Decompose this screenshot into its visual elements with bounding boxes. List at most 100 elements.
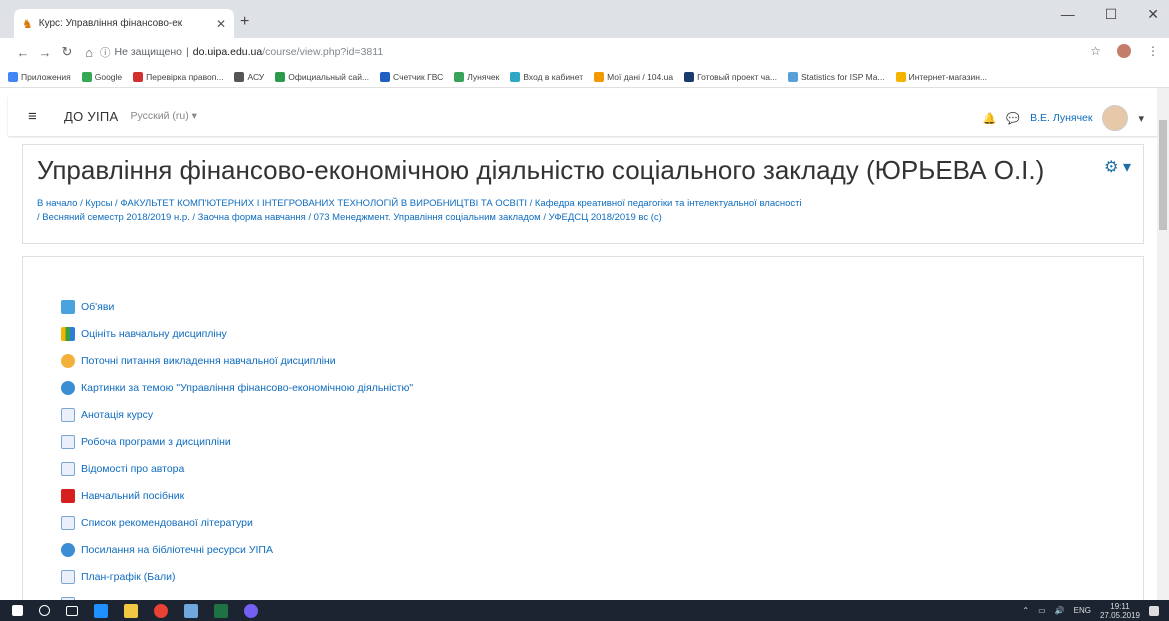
notifications-bell-icon[interactable]: 🔔 [983,112,997,125]
bookmark-star-icon[interactable]: ☆ [1090,44,1101,58]
bookmark-item[interactable]: Statistics for ISP Ма... [788,71,885,82]
forum-icon [61,300,75,314]
bookmark-item[interactable]: Вход в кабинет [510,71,583,82]
close-tab-icon[interactable]: ✕ [216,17,226,31]
activity-label: Посилання на бібліотечні ресурси УІПА [81,544,273,556]
language-indicator[interactable]: ENG [1074,606,1091,615]
activity-link[interactable]: Посилання на бібліотечні ресурси УІПА [61,543,273,557]
chrome-icon[interactable] [154,603,168,618]
activity-label: Поточні питання викладення навчальної ди… [81,355,336,367]
activity-label: Навчальний посібник [81,490,185,502]
bookmark-item[interactable]: Счетчик ГВС [380,71,443,82]
activity-link[interactable]: Оцініть навчальну дисципліну [61,327,227,341]
scrollbar-thumb[interactable] [1159,120,1167,230]
document-icon [61,516,75,530]
clock[interactable]: 19:11 27.05.2019 [1100,602,1140,620]
site-name[interactable]: ДО УІПА [64,109,119,124]
activity-label: Об'яви [81,301,115,313]
bookmark-favicon-icon [684,71,695,82]
page-scrollbar[interactable] [1157,88,1169,600]
windows-start-icon[interactable] [12,605,23,616]
close-window-icon[interactable]: ✕ [1147,6,1159,23]
document-icon [61,408,75,422]
info-icon[interactable]: ⓘ [100,45,111,60]
user-name[interactable]: В.Е. Лунячек [1030,112,1092,124]
bookmark-item[interactable]: Официальный сай... [275,71,369,82]
activity-link[interactable]: Робоча програми з дисципліни [61,435,231,449]
bookmark-item[interactable]: АСУ [234,71,264,82]
bookmark-favicon-icon [234,71,245,82]
app-icon[interactable] [184,603,198,618]
minimize-icon[interactable]: — [1061,6,1075,23]
document-icon [61,570,75,584]
battery-icon[interactable]: ▭ [1038,606,1046,615]
breadcrumb[interactable]: В начало / Курсы / ФАКУЛЬТЕТ КОМП'ЮТЕРНИ… [37,197,1097,225]
new-tab-button[interactable]: + [240,13,249,31]
bookmark-favicon-icon [594,71,605,82]
messages-icon[interactable]: 💬 [1006,112,1020,125]
bookmark-favicon-icon [380,71,391,82]
user-menu-area: 🔔 💬 В.Е. Лунячек ▾ [983,105,1144,131]
home-icon[interactable]: ⌂ [78,45,100,60]
search-icon[interactable] [39,605,50,616]
address-bar[interactable]: ⓘ Не защищено | do.uipa.edu.ua /course/v… [100,42,1089,62]
bookmark-item[interactable]: Лунячек [454,71,499,82]
back-icon[interactable]: ← [12,45,34,60]
chat-icon [61,354,75,368]
activity-label: Оцініть навчальну дисципліну [81,328,227,340]
bookmark-item[interactable]: Перевірка правоп... [133,71,223,82]
bookmark-item[interactable]: Готовый проект ча... [684,71,777,82]
forward-icon[interactable]: → [34,45,56,60]
activity-label: План-графік (Бали) [81,571,176,583]
task-view-icon[interactable] [66,605,78,616]
notifications-icon[interactable] [1149,605,1159,616]
activity-label: Список рекомендованої літератури [81,517,253,529]
menu-dots-icon[interactable]: ⋮ [1147,44,1159,58]
activity-link[interactable]: Анотація курсу [61,408,153,422]
hamburger-menu-icon[interactable]: ≡ [28,108,46,125]
bookmark-favicon-icon [510,71,521,82]
activity-link[interactable]: Картинки за темою "Управління фінансово-… [61,381,413,395]
activity-link[interactable]: Список рекомендованої літератури [61,516,253,530]
activity-link[interactable]: План-графік (Бали) [61,570,176,584]
browser-tab[interactable]: ♞ Курс: Управління фінансово-ек ✕ [14,9,234,38]
excel-icon[interactable] [214,603,228,618]
activity-link[interactable]: Поточні питання викладення навчальної ди… [61,354,336,368]
windows-taskbar: ⌃ ▭ 🔊 ENG 19:11 27.05.2019 [0,600,1169,621]
bookmark-favicon-icon [788,71,799,82]
bookmarks-bar: Приложения Google Перевірка правоп... АСУ Оф… [0,66,1169,88]
activity-link[interactable]: Навчальний посібник [61,489,184,503]
activity-link[interactable]: Об'яви [61,300,114,314]
file-explorer-icon[interactable] [124,603,138,618]
page-title: Управління фінансово-економічною діяльні… [37,155,1045,185]
window-controls: — ☐ ✕ [1061,6,1159,23]
bookmark-item[interactable]: Google [81,71,122,82]
not-secure-label: Не защищено [114,46,183,58]
activity-label: Відомості про автора [81,463,185,475]
gear-icon[interactable]: ⚙ ▾ [1104,157,1131,177]
course-header: Управління фінансово-економічною діяльні… [22,144,1144,244]
user-avatar[interactable] [1102,105,1129,131]
profile-avatar-icon[interactable] [1117,44,1131,58]
bookmark-favicon-icon [895,71,906,82]
url-path: /course/view.php?id=3811 [262,46,384,58]
bookmark-item[interactable]: Мої дані / 104.ua [594,71,673,82]
tab-title: Курс: Управління фінансово-ек [38,18,183,29]
document-icon [61,462,75,476]
url-icon [61,381,75,395]
user-menu-chevron-icon[interactable]: ▾ [1138,112,1144,125]
language-selector[interactable]: Русский (ru) ▾ [131,110,197,122]
edge-icon[interactable] [94,603,108,618]
bookmark-favicon-icon [133,71,144,82]
url-host: do.uipa.edu.ua [192,46,263,58]
tray-arrow-icon[interactable]: ⌃ [1022,606,1029,615]
maximize-icon[interactable]: ☐ [1105,6,1118,23]
url-icon [61,543,75,557]
bookmark-item[interactable]: Приложения [8,71,71,82]
volume-icon[interactable]: 🔊 [1055,606,1065,615]
reload-icon[interactable]: ↻ [56,44,78,60]
activity-link[interactable]: Відомості про автора [61,462,184,476]
feedback-icon [61,327,75,341]
bookmark-item[interactable]: Интернет-магазин... [895,71,987,82]
viber-icon[interactable] [244,603,258,618]
